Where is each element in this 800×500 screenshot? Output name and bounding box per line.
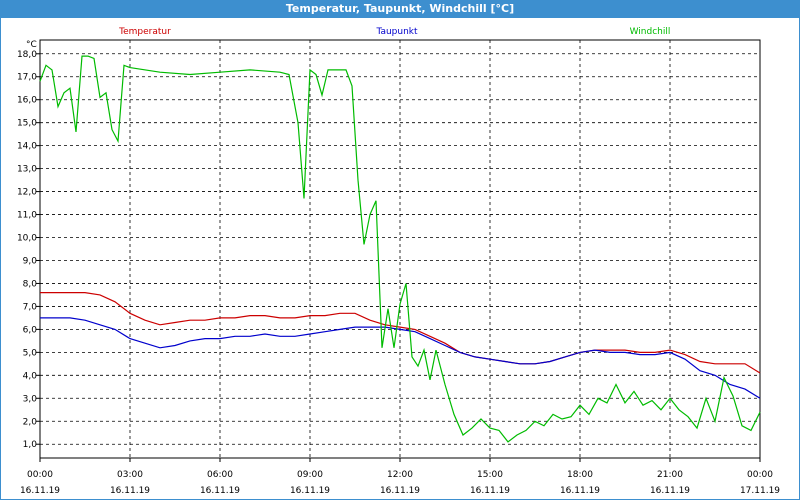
x-tick-date: 16.11.19	[650, 486, 690, 496]
y-tick-label: 2,0	[23, 417, 38, 427]
legend-entry-temperatur: Temperatur	[118, 27, 171, 37]
x-tick-time: 00:00	[27, 470, 53, 480]
y-tick-label: 7,0	[23, 302, 38, 312]
legend: Temperatur Taupunkt Windchill	[118, 27, 670, 37]
x-tick-date: 16.11.19	[20, 486, 60, 496]
legend-entry-windchill: Windchill	[630, 27, 671, 37]
y-tick-label: 11,0	[17, 211, 37, 221]
x-tick-time: 09:00	[297, 470, 323, 480]
y-tick-label: 17,0	[17, 73, 37, 83]
y-tick-label: 3,0	[23, 394, 38, 404]
x-tick-date: 16.11.19	[290, 486, 330, 496]
y-axis-label: °C	[26, 40, 37, 50]
x-tick-date: 17.11.19	[740, 486, 780, 496]
x-tick-time: 00:00	[747, 470, 773, 480]
y-tick-label: 5,0	[23, 348, 38, 358]
y-tick-label: 4,0	[23, 371, 38, 381]
legend-entry-taupunkt: Taupunkt	[375, 27, 418, 37]
x-tick-time: 03:00	[117, 470, 143, 480]
y-axis: 1,0 2,0 3,0 4,0 5,0 6,0 7,0 8,0 9,0 10,0 11,0 12,0 1…	[17, 50, 40, 450]
y-tick-label: 1,0	[23, 440, 38, 450]
x-tick-date: 16.11.19	[380, 486, 420, 496]
y-tick-label: 9,0	[23, 256, 38, 266]
x-tick-date: 16.11.19	[200, 486, 240, 496]
y-tick-label: 8,0	[23, 279, 38, 289]
y-tick-label: 6,0	[23, 325, 38, 335]
x-tick-time: 06:00	[207, 470, 233, 480]
x-tick-time: 21:00	[657, 470, 683, 480]
x-tick-date: 16.11.19	[110, 486, 150, 496]
x-tick-time: 12:00	[387, 470, 413, 480]
x-tick-date: 16.11.19	[470, 486, 510, 496]
x-tick-time: 18:00	[567, 470, 593, 480]
y-tick-label: 13,0	[17, 165, 37, 175]
y-tick-label: 16,0	[17, 96, 37, 106]
y-tick-label: 15,0	[17, 119, 37, 129]
chart: 1,0 2,0 3,0 4,0 5,0 6,0 7,0 8,0 9,0 10,0 11,0 12,0 1…	[17, 27, 780, 496]
x-tick-date: 16.11.19	[560, 486, 600, 496]
x-axis: 00:00 16.11.19 03:00 16.11.19 06:00 16.11.19 0…	[20, 458, 780, 496]
y-tick-label: 18,0	[17, 50, 37, 60]
y-tick-label: 10,0	[17, 234, 37, 244]
y-tick-label: 12,0	[17, 188, 37, 198]
y-tick-label: 14,0	[17, 142, 37, 152]
x-tick-time: 15:00	[477, 470, 503, 480]
